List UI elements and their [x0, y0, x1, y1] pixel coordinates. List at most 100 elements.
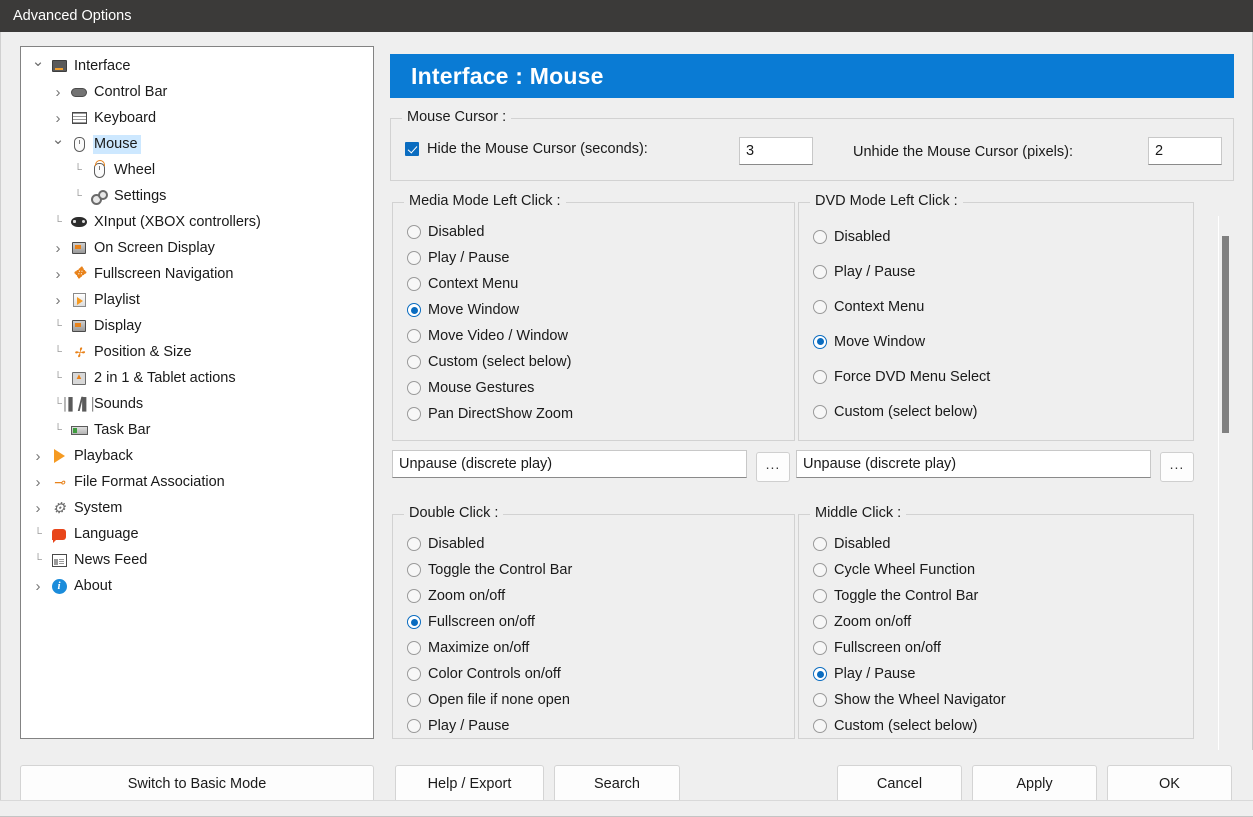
radio-middle-click-custom-select-below[interactable]: Custom (select below) [813, 713, 1006, 739]
radio-media-mode-move-window[interactable]: Move Window [407, 297, 573, 323]
tree-item-control-bar[interactable]: Control Bar [21, 79, 373, 105]
radio-button[interactable] [407, 641, 421, 655]
radio-button[interactable] [407, 407, 421, 421]
radio-button[interactable] [407, 355, 421, 369]
radio-button[interactable] [407, 667, 421, 681]
radio-media-mode-play-pause[interactable]: Play / Pause [407, 245, 573, 271]
radio-button[interactable] [407, 693, 421, 707]
radio-button[interactable] [407, 719, 421, 733]
radio-double-click-disabled[interactable]: Disabled [407, 531, 572, 557]
ok-button[interactable]: OK [1107, 765, 1232, 803]
chevron-right-icon[interactable] [31, 448, 45, 465]
media-mode-custom-input[interactable]: Unpause (discrete play) [392, 450, 747, 478]
radio-button[interactable] [813, 334, 827, 349]
tree-item-display[interactable]: └ Display [21, 313, 373, 339]
search-button[interactable]: Search [554, 765, 680, 803]
apply-button[interactable]: Apply [972, 765, 1097, 803]
radio-middle-click-disabled[interactable]: Disabled [813, 531, 1006, 557]
chevron-right-icon[interactable] [31, 474, 45, 491]
radio-middle-click-toggle-the-control-bar[interactable]: Toggle the Control Bar [813, 583, 1006, 609]
radio-button[interactable] [813, 667, 827, 681]
tree-item-wheel[interactable]: └ Wheel [21, 157, 373, 183]
radio-double-click-play-pause[interactable]: Play / Pause [407, 713, 572, 739]
radio-button[interactable] [407, 589, 421, 603]
tree-item-2-in-1-tablet-actions[interactable]: └ 2 in 1 & Tablet actions [21, 365, 373, 391]
radio-middle-click-show-the-wheel-navigator[interactable]: Show the Wheel Navigator [813, 687, 1006, 713]
radio-button[interactable] [813, 229, 827, 244]
radio-dvd-mode-context-menu[interactable]: Context Menu [813, 289, 990, 324]
radio-button[interactable] [813, 299, 827, 314]
tree-item-xinput-xbox-controllers[interactable]: └ XInput (XBOX controllers) [21, 209, 373, 235]
radio-media-mode-disabled[interactable]: Disabled [407, 219, 573, 245]
radio-media-mode-move-video-window[interactable]: Move Video / Window [407, 323, 573, 349]
media-mode-browse-button[interactable]: ... [756, 452, 790, 482]
radio-button[interactable] [407, 381, 421, 395]
radio-middle-click-play-pause[interactable]: Play / Pause [813, 661, 1006, 687]
radio-media-mode-context-menu[interactable]: Context Menu [407, 271, 573, 297]
radio-button[interactable] [813, 693, 827, 707]
radio-dvd-mode-disabled[interactable]: Disabled [813, 219, 990, 254]
radio-button[interactable] [813, 641, 827, 655]
radio-button[interactable] [813, 589, 827, 603]
chevron-right-icon[interactable] [51, 240, 65, 257]
help-export-button[interactable]: Help / Export [395, 765, 544, 803]
radio-middle-click-fullscreen-on-off[interactable]: Fullscreen on/off [813, 635, 1006, 661]
tree-item-language[interactable]: └ Language [21, 521, 373, 547]
chevron-right-icon[interactable] [51, 266, 65, 283]
settings-tree[interactable]: InterfaceControl BarKeyboardMouse└Wheel└… [20, 46, 374, 739]
radio-dvd-mode-move-window[interactable]: Move Window [813, 324, 990, 359]
radio-button[interactable] [813, 404, 827, 419]
radio-button[interactable] [407, 615, 421, 629]
radio-double-click-zoom-on-off[interactable]: Zoom on/off [407, 583, 572, 609]
radio-media-mode-custom-select-below[interactable]: Custom (select below) [407, 349, 573, 375]
chevron-right-icon[interactable] [51, 292, 65, 309]
radio-double-click-open-file-if-none-open[interactable]: Open file if none open [407, 687, 572, 713]
radio-button[interactable] [813, 369, 827, 384]
radio-middle-click-zoom-on-off[interactable]: Zoom on/off [813, 609, 1006, 635]
radio-button[interactable] [407, 251, 421, 265]
radio-button[interactable] [407, 329, 421, 343]
radio-button[interactable] [407, 563, 421, 577]
content-scrollbar[interactable] [1218, 216, 1230, 764]
radio-button[interactable] [407, 537, 421, 551]
radio-double-click-toggle-the-control-bar[interactable]: Toggle the Control Bar [407, 557, 572, 583]
tree-item-task-bar[interactable]: └ Task Bar [21, 417, 373, 443]
tree-item-about[interactable]: i About [21, 573, 373, 599]
chevron-right-icon[interactable] [51, 84, 65, 101]
radio-double-click-fullscreen-on-off[interactable]: Fullscreen on/off [407, 609, 572, 635]
radio-button[interactable] [813, 537, 827, 551]
radio-button[interactable] [407, 225, 421, 239]
radio-double-click-color-controls-on-off[interactable]: Color Controls on/off [407, 661, 572, 687]
switch-to-basic-mode-button[interactable]: Switch to Basic Mode [20, 765, 374, 803]
chevron-right-icon[interactable] [51, 110, 65, 127]
radio-button[interactable] [407, 303, 421, 317]
tree-item-playlist[interactable]: Playlist [21, 287, 373, 313]
radio-button[interactable] [813, 264, 827, 279]
radio-button[interactable] [813, 719, 827, 733]
tree-item-system[interactable]: ⚙ System [21, 495, 373, 521]
chevron-right-icon[interactable] [31, 578, 45, 595]
tree-item-on-screen-display[interactable]: On Screen Display [21, 235, 373, 261]
radio-dvd-mode-play-pause[interactable]: Play / Pause [813, 254, 990, 289]
tree-item-settings[interactable]: └ Settings [21, 183, 373, 209]
chevron-down-icon[interactable] [31, 63, 45, 69]
chevron-right-icon[interactable] [31, 500, 45, 517]
tree-item-interface[interactable]: Interface [21, 53, 373, 79]
tree-item-news-feed[interactable]: └ News Feed [21, 547, 373, 573]
radio-double-click-maximize-on-off[interactable]: Maximize on/off [407, 635, 572, 661]
tree-item-playback[interactable]: Playback [21, 443, 373, 469]
tree-item-mouse[interactable]: Mouse [21, 131, 373, 157]
radio-media-mode-pan-directshow-zoom[interactable]: Pan DirectShow Zoom [407, 401, 573, 427]
tree-item-keyboard[interactable]: Keyboard [21, 105, 373, 131]
tree-item-sounds[interactable]: └ │▌┃▌│ Sounds [21, 391, 373, 417]
radio-dvd-mode-force-dvd-menu-select[interactable]: Force DVD Menu Select [813, 359, 990, 394]
radio-button[interactable] [813, 615, 827, 629]
scrollbar-thumb[interactable] [1222, 236, 1229, 433]
cancel-button[interactable]: Cancel [837, 765, 962, 803]
tree-item-fullscreen-navigation[interactable]: ✥ Fullscreen Navigation [21, 261, 373, 287]
radio-middle-click-cycle-wheel-function[interactable]: Cycle Wheel Function [813, 557, 1006, 583]
unhide-cursor-pixels-input[interactable]: 2 [1148, 137, 1222, 165]
dvd-mode-custom-input[interactable]: Unpause (discrete play) [796, 450, 1151, 478]
radio-button[interactable] [813, 563, 827, 577]
hide-cursor-checkbox[interactable] [405, 142, 419, 156]
